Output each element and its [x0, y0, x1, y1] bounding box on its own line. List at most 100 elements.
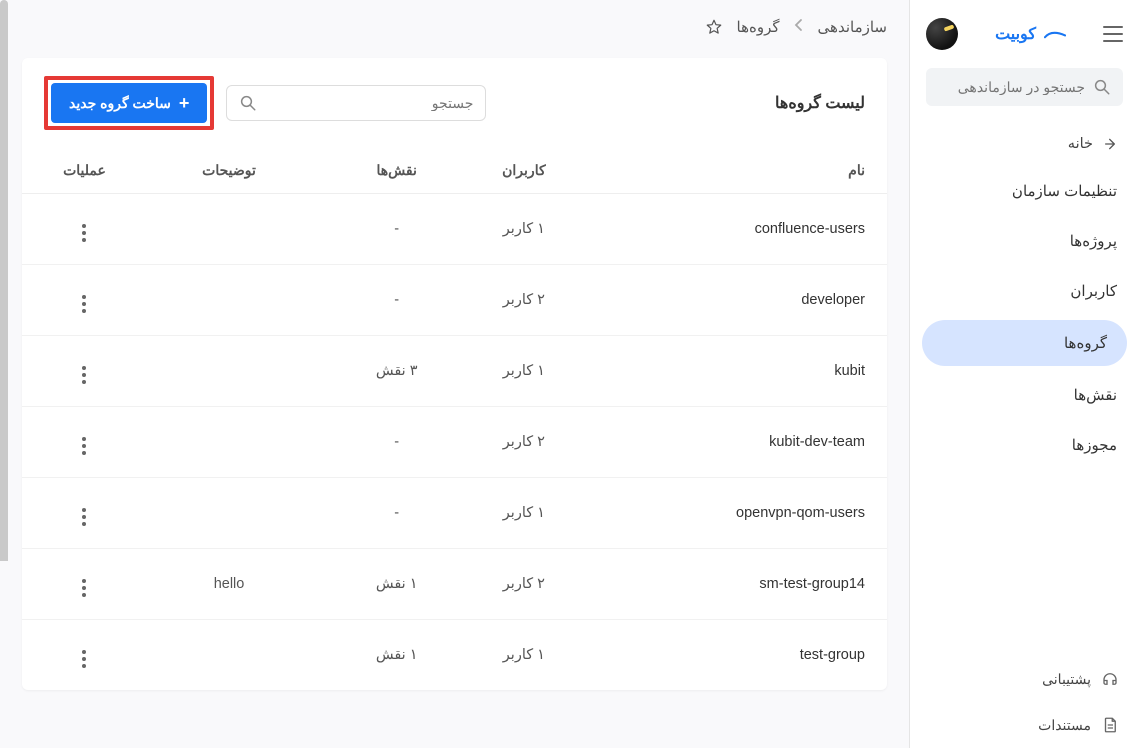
cell-name: test-group	[587, 647, 865, 663]
kebab-menu-icon[interactable]	[82, 224, 86, 242]
table-row[interactable]: developer۲ کاربر-	[22, 265, 887, 336]
headset-icon	[1101, 670, 1119, 688]
cell-name: confluence-users	[587, 221, 865, 237]
cell-roles: -	[333, 505, 460, 521]
cell-ops	[44, 287, 125, 313]
brand-name: کوبیت	[995, 24, 1036, 44]
sidebar-search[interactable]	[926, 68, 1123, 106]
table-row[interactable]: confluence-users۱ کاربر-	[22, 194, 887, 265]
table-row[interactable]: kubit-dev-team۲ کاربر-	[22, 407, 887, 478]
new-group-button[interactable]: + ساخت گروه جدید	[51, 83, 207, 123]
cell-roles: ۳ نقش	[333, 363, 460, 379]
cell-roles: -	[333, 221, 460, 237]
arrow-right-icon	[1103, 136, 1119, 152]
sidebar-item-label: گروه‌ها	[1064, 335, 1107, 352]
sidebar-item-roles[interactable]: نقش‌ها	[910, 370, 1139, 420]
card-header: لیست گروه‌ها + ساخت گروه جدید	[22, 58, 887, 148]
sidebar-item-label: تنظیمات سازمان	[1012, 183, 1117, 200]
kebab-menu-icon[interactable]	[82, 508, 86, 526]
document-icon	[1101, 716, 1119, 734]
cell-ops	[44, 216, 125, 242]
sidebar-search-input[interactable]	[938, 79, 1085, 95]
cell-roles: ۱ نقش	[333, 647, 460, 663]
breadcrumb-root[interactable]: سازماندهی	[818, 18, 887, 36]
main-content: سازماندهی گروه‌ها لیست گروه‌ها	[0, 0, 909, 748]
sidebar-support-label: پشتیبانی	[1042, 671, 1091, 688]
kebab-menu-icon[interactable]	[82, 650, 86, 668]
sidebar-item-users[interactable]: کاربران	[910, 266, 1139, 316]
breadcrumb-current: گروه‌ها	[737, 18, 780, 36]
sidebar-item-org-settings[interactable]: تنظیمات سازمان	[910, 166, 1139, 216]
chevron-left-icon	[794, 18, 804, 36]
table-body: confluence-users۱ کاربر-developer۲ کاربر…	[22, 194, 887, 690]
col-header-desc: توضیحات	[125, 162, 333, 179]
cell-roles: -	[333, 434, 460, 450]
cell-ops	[44, 642, 125, 668]
star-icon[interactable]	[705, 18, 723, 36]
col-header-name: نام	[587, 162, 865, 179]
cell-users: ۲ کاربر	[460, 434, 587, 450]
page-title: لیست گروه‌ها	[775, 93, 865, 113]
kebab-menu-icon[interactable]	[82, 366, 86, 384]
sidebar-support[interactable]: پشتیبانی	[910, 656, 1139, 702]
search-icon	[1093, 78, 1111, 96]
logo-swoosh-icon	[1044, 29, 1066, 39]
cell-users: ۱ کاربر	[460, 505, 587, 521]
cell-desc: hello	[125, 576, 333, 592]
cell-users: ۲ کاربر	[460, 576, 587, 592]
cell-name: openvpn-qom-users	[587, 505, 865, 521]
sidebar-item-groups[interactable]: گروه‌ها	[922, 320, 1127, 366]
cell-name: kubit-dev-team	[587, 434, 865, 450]
table-search[interactable]	[226, 85, 486, 121]
table-search-input[interactable]	[265, 95, 473, 111]
sidebar-item-label: مجوزها	[1072, 437, 1117, 454]
table-header: نام کاربران نقش‌ها توضیحات عملیات	[22, 148, 887, 194]
nav-home[interactable]: خانه	[910, 122, 1139, 166]
col-header-users: کاربران	[460, 162, 587, 179]
col-header-roles: نقش‌ها	[333, 162, 460, 179]
sidebar-docs-label: مستندات	[1038, 717, 1091, 734]
kebab-menu-icon[interactable]	[82, 437, 86, 455]
table-row[interactable]: test-group۱ کاربر۱ نقش	[22, 620, 887, 690]
sidebar-item-label: کاربران	[1070, 283, 1117, 300]
cell-ops	[44, 571, 125, 597]
table-row[interactable]: kubit۱ کاربر۳ نقش	[22, 336, 887, 407]
avatar[interactable]	[926, 18, 958, 50]
cell-name: kubit	[587, 363, 865, 379]
cell-users: ۲ کاربر	[460, 292, 587, 308]
hamburger-menu-icon[interactable]	[1103, 26, 1123, 42]
nav-home-label: خانه	[1068, 136, 1093, 152]
cell-roles: ۱ نقش	[333, 576, 460, 592]
sidebar-item-permissions[interactable]: مجوزها	[910, 420, 1139, 470]
cell-ops	[44, 500, 125, 526]
header-actions: + ساخت گروه جدید	[44, 76, 486, 130]
plus-icon: +	[179, 94, 190, 112]
brand-logo[interactable]: کوبیت	[995, 24, 1066, 44]
sidebar-item-label: نقش‌ها	[1074, 387, 1117, 404]
cell-roles: -	[333, 292, 460, 308]
table-row[interactable]: openvpn-qom-users۱ کاربر-	[22, 478, 887, 549]
groups-card: لیست گروه‌ها + ساخت گروه جدید	[22, 58, 887, 690]
table-row[interactable]: sm-test-group14۲ کاربر۱ نقشhello	[22, 549, 887, 620]
sidebar-docs[interactable]: مستندات	[910, 702, 1139, 748]
highlight-annotation: + ساخت گروه جدید	[44, 76, 214, 130]
sidebar-header: کوبیت	[910, 0, 1139, 68]
cell-ops	[44, 429, 125, 455]
new-group-button-label: ساخت گروه جدید	[69, 95, 171, 112]
groups-table: نام کاربران نقش‌ها توضیحات عملیات conflu…	[22, 148, 887, 690]
cell-users: ۱ کاربر	[460, 221, 587, 237]
kebab-menu-icon[interactable]	[82, 295, 86, 313]
breadcrumb: سازماندهی گروه‌ها	[22, 18, 887, 36]
cell-users: ۱ کاربر	[460, 363, 587, 379]
cell-users: ۱ کاربر	[460, 647, 587, 663]
scrollbar[interactable]	[0, 0, 8, 748]
search-icon	[239, 94, 257, 112]
col-header-ops: عملیات	[44, 162, 125, 179]
cell-name: sm-test-group14	[587, 576, 865, 592]
sidebar-item-label: پروژه‌ها	[1070, 233, 1117, 250]
cell-name: developer	[587, 292, 865, 308]
cell-ops	[44, 358, 125, 384]
kebab-menu-icon[interactable]	[82, 579, 86, 597]
sidebar: کوبیت خانه تنظیمات سازمان پروژه‌ها کاربر…	[909, 0, 1139, 748]
sidebar-item-projects[interactable]: پروژه‌ها	[910, 216, 1139, 266]
